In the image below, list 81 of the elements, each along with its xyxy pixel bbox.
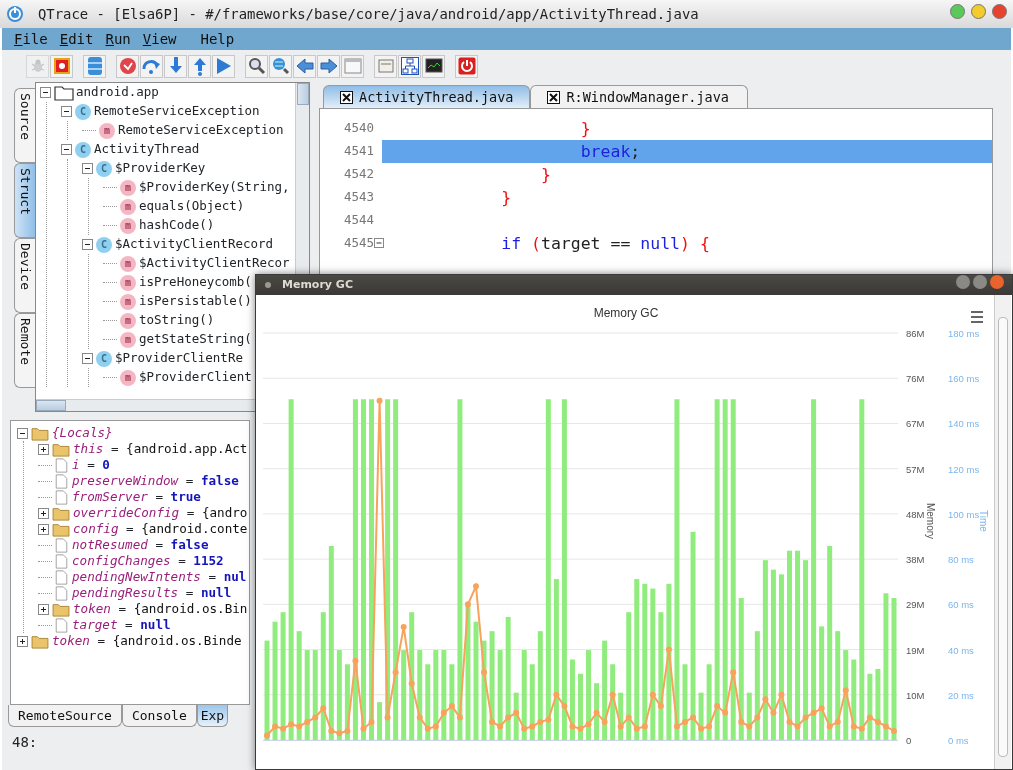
axis-label: 86M: [906, 328, 925, 339]
method-icon: m: [120, 369, 136, 386]
class-icon: C: [75, 141, 91, 158]
axis-label: 40 ms: [948, 644, 974, 656]
window-title: Memory GC: [282, 276, 354, 293]
code-line: }: [500, 187, 513, 209]
panel-tab[interactable]: Console: [121, 705, 197, 727]
axis-label: 38M: [906, 554, 925, 566]
axis-label: 0 ms: [948, 735, 969, 746]
method-icon: m: [120, 331, 136, 348]
axis-label: 19M: [906, 644, 925, 656]
method-item[interactable]: RemoteServiceException: [118, 121, 284, 140]
code-line: }: [579, 118, 592, 140]
axis-label: 180 ms: [948, 328, 980, 339]
method-item[interactable]: $ActivityClientRecor: [139, 254, 290, 273]
method-item[interactable]: isPreHoneycomb(: [139, 273, 252, 292]
class-icon: C: [96, 160, 112, 177]
code-line: }: [539, 164, 552, 186]
panel-tab[interactable]: Exp: [196, 705, 229, 727]
class-icon: C: [96, 350, 112, 367]
window-title: QTrace - [Elsa6P] - #/frameworks/base/core/java/android/app/ActivityThread.java: [38, 4, 700, 24]
menu-item[interactable]: File: [14, 28, 48, 50]
method-icon: m: [120, 217, 136, 234]
line-number: 4543: [344, 189, 375, 205]
line-number: 4540: [344, 120, 375, 136]
axis-label: 20 ms: [948, 689, 974, 701]
method-icon: m: [120, 255, 136, 272]
editor-tab[interactable]: ActivityThread.java: [323, 85, 531, 108]
method-icon: m: [120, 179, 136, 196]
status-text: 48:: [12, 732, 38, 752]
method-item[interactable]: $ProviderKey(String,: [139, 178, 290, 197]
axis-label: 60 ms: [948, 599, 974, 611]
class-icon: C: [75, 103, 91, 120]
method-icon: m: [120, 293, 136, 310]
line-number: 4545: [344, 235, 375, 251]
axis-label: 10M: [906, 689, 925, 701]
menu-item[interactable]: Edit: [59, 28, 94, 50]
method-item[interactable]: getStateString(: [139, 330, 252, 349]
axis-label: 80 ms: [948, 554, 974, 566]
axis-label: 140 ms: [948, 418, 980, 430]
axis-label: 160 ms: [948, 373, 980, 385]
method-item[interactable]: toString(): [139, 311, 215, 330]
axis-label: 0: [906, 735, 912, 746]
side-tab[interactable]: Device: [14, 238, 35, 313]
menu-item[interactable]: Help: [200, 28, 235, 50]
axis-label: 100 ms: [948, 508, 980, 520]
method-icon: m: [120, 312, 136, 329]
method-item[interactable]: isPersistable(): [139, 292, 252, 311]
axis-label: 76M: [906, 373, 925, 385]
package-item[interactable]: android.app: [76, 83, 159, 102]
menu-item[interactable]: Run: [105, 28, 131, 50]
class-icon: C: [96, 236, 112, 253]
line-number: 4544: [344, 212, 375, 228]
method-item[interactable]: hashCode(): [139, 216, 215, 235]
line-number: 4541: [344, 143, 375, 159]
method-item[interactable]: equals(Object): [139, 197, 245, 216]
panel-tab[interactable]: RemoteSource: [8, 705, 122, 727]
axis-label: 120 ms: [948, 463, 980, 475]
class-item[interactable]: RemoteServiceException: [94, 102, 260, 121]
method-icon: m: [99, 122, 115, 139]
chart-title: Memory GC: [593, 306, 659, 320]
axis-label: 48M: [906, 508, 925, 520]
axis-label: 57M: [906, 463, 925, 475]
method-icon: m: [120, 274, 136, 291]
side-tab[interactable]: Source: [14, 88, 35, 163]
class-item[interactable]: ActivityThread: [94, 140, 200, 159]
editor-tab[interactable]: R:WindowManager.java: [530, 85, 748, 108]
class-item[interactable]: $ProviderClientRe: [115, 349, 243, 368]
axis-label: 67M: [906, 418, 925, 430]
code-line: if (target == null) {: [500, 233, 711, 255]
side-tab[interactable]: Remote: [14, 313, 35, 388]
side-tab[interactable]: Struct: [14, 163, 35, 238]
axis-label: 29M: [906, 599, 925, 611]
line-number: 4542: [344, 166, 375, 182]
menu-item[interactable]: View: [142, 28, 177, 50]
method-icon: m: [120, 198, 136, 215]
axis-title: Memory: [925, 502, 936, 540]
class-item[interactable]: $ProviderKey: [115, 159, 206, 178]
class-item[interactable]: $ActivityClientRecord: [115, 235, 274, 254]
axis-title: Time: [978, 510, 989, 532]
method-item[interactable]: $ProviderClient: [139, 368, 252, 387]
